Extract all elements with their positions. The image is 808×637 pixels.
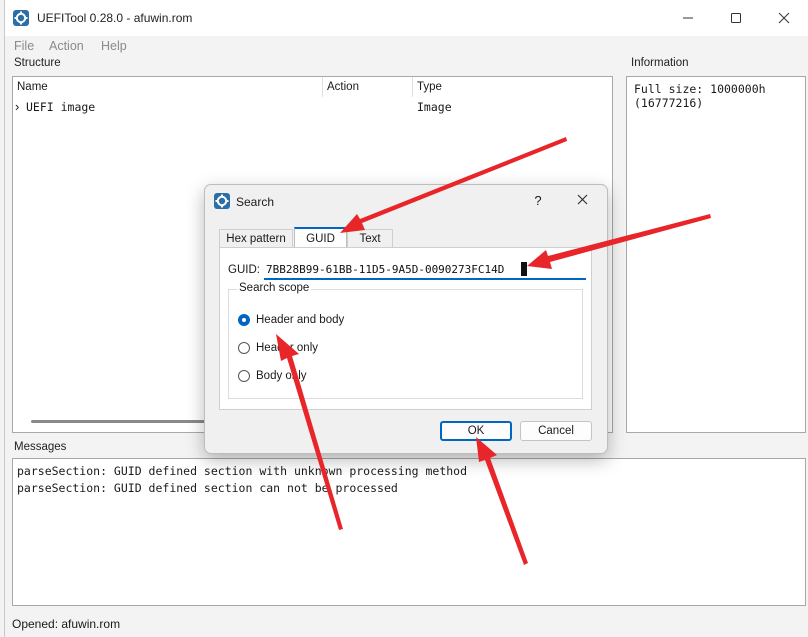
expand-icon[interactable]: › — [15, 98, 25, 116]
cancel-button[interactable]: Cancel — [520, 421, 592, 441]
status-text: Opened: afuwin.rom — [12, 617, 121, 631]
radio-label: Body only — [256, 370, 307, 382]
minimize-icon — [683, 17, 693, 19]
radio-body-only[interactable]: Body only — [238, 367, 307, 385]
window-title: UEFITool 0.28.0 - afuwin.rom — [37, 11, 193, 25]
menu-file[interactable]: File — [14, 39, 34, 53]
tree-row-name[interactable]: UEFI image — [26, 98, 95, 116]
radio-unselected-icon[interactable] — [238, 370, 250, 382]
title-bar: UEFITool 0.28.0 - afuwin.rom — [5, 0, 808, 36]
tab-hex-pattern[interactable]: Hex pattern — [219, 229, 293, 247]
radio-header-and-body[interactable]: Header and body — [238, 311, 344, 329]
message-line[interactable]: parseSection: GUID defined section with … — [17, 463, 467, 480]
close-window-button[interactable] — [761, 0, 807, 36]
radio-header-only[interactable]: Header only — [238, 339, 318, 357]
messages-list[interactable]: parseSection: GUID defined section with … — [12, 458, 806, 606]
maximize-button[interactable] — [713, 0, 759, 36]
column-action[interactable]: Action — [323, 77, 413, 97]
dialog-title: Search — [236, 195, 275, 209]
information-label: Information — [631, 57, 689, 69]
structure-label: Structure — [14, 57, 61, 69]
message-line[interactable]: parseSection: GUID defined section can n… — [17, 480, 467, 497]
menu-bar: File Action Help — [5, 36, 808, 56]
menu-action[interactable]: Action — [49, 39, 84, 53]
info-line: (16777216) — [634, 96, 704, 110]
gear-icon — [214, 193, 230, 209]
ok-button[interactable]: OK — [440, 421, 512, 441]
radio-label: Header only — [256, 342, 319, 354]
column-type[interactable]: Type — [413, 77, 611, 97]
radio-label: Header and body — [256, 314, 345, 326]
status-bar: Opened: afuwin.rom — [5, 610, 808, 637]
guid-tab-pane: GUID: Search scope Header and body Heade… — [219, 247, 592, 410]
radio-selected-icon[interactable] — [238, 314, 250, 326]
tab-text[interactable]: Text — [347, 229, 393, 247]
guid-label: GUID: — [228, 264, 260, 276]
help-button[interactable]: ? — [528, 191, 548, 211]
horizontal-scrollbar[interactable] — [31, 420, 231, 423]
messages-label: Messages — [14, 441, 67, 453]
tree-row-type: Image — [417, 100, 452, 114]
close-icon — [778, 12, 790, 24]
minimize-button[interactable] — [665, 0, 711, 36]
maximize-icon — [731, 13, 741, 23]
radio-unselected-icon[interactable] — [238, 342, 250, 354]
search-scope-group: Search scope Header and body Header only… — [228, 282, 583, 399]
column-name[interactable]: Name — [13, 77, 323, 97]
close-icon — [577, 194, 587, 205]
search-dialog: Search ? Hex pattern GUID Text GUID: Sea… — [204, 184, 608, 454]
info-line: Full size: 1000000h — [634, 82, 766, 96]
text-caret — [521, 262, 527, 276]
gear-icon — [13, 10, 29, 26]
tab-guid[interactable]: GUID — [294, 227, 347, 247]
menu-help[interactable]: Help — [101, 39, 127, 53]
information-panel: Full size: 1000000h (16777216) — [626, 76, 806, 433]
search-scope-title: Search scope — [237, 282, 312, 294]
dialog-close-button[interactable] — [572, 191, 592, 211]
guid-input[interactable] — [264, 260, 586, 280]
